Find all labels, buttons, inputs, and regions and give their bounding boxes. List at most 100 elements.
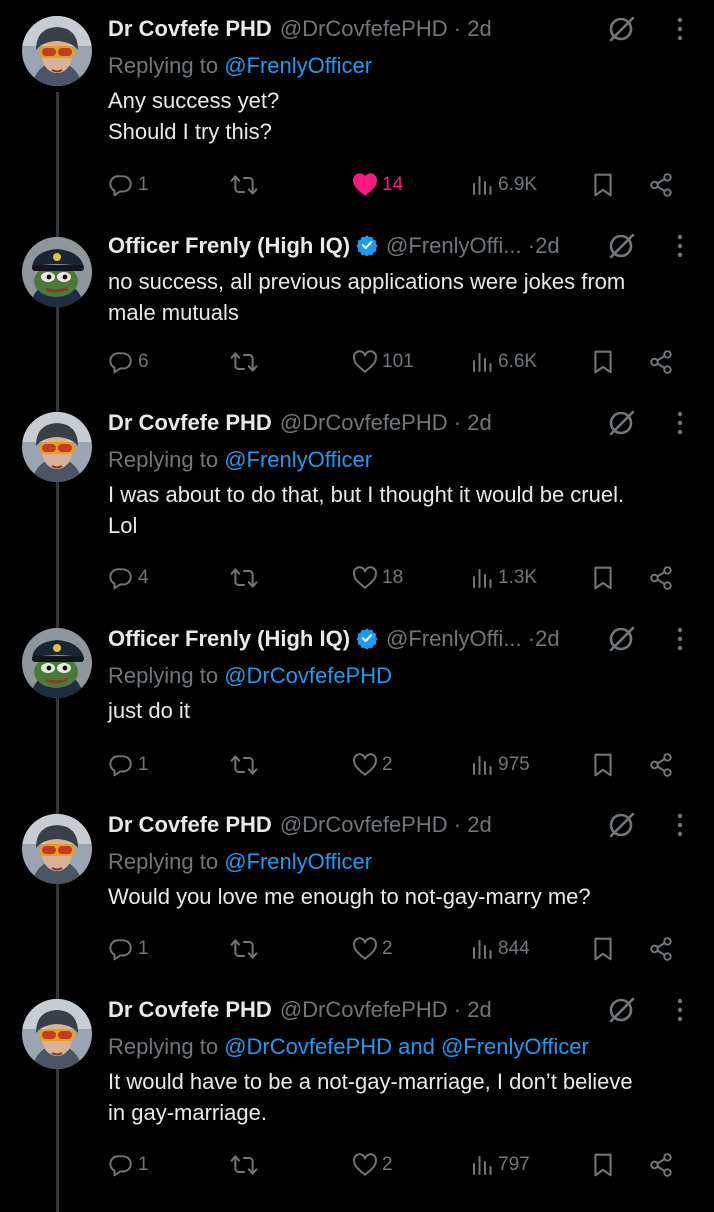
share-button[interactable] bbox=[648, 750, 674, 780]
grok-icon[interactable] bbox=[606, 14, 636, 52]
share-button[interactable] bbox=[648, 1150, 674, 1180]
retweet-button[interactable] bbox=[230, 1150, 258, 1180]
timestamp[interactable]: 2d bbox=[467, 410, 491, 435]
display-name[interactable]: Dr Covfefe PHD bbox=[108, 16, 272, 41]
views-button[interactable]: 6.6K bbox=[470, 347, 537, 377]
replying-to-line: Replying to @FrenlyOfficer bbox=[108, 50, 714, 82]
like-button[interactable]: 2 bbox=[352, 934, 393, 964]
user-handle[interactable]: @DrCovfefePHD bbox=[280, 812, 448, 837]
mention-link[interactable]: @FrenlyOfficer bbox=[441, 1034, 589, 1059]
display-name[interactable]: Officer Frenly (High IQ) bbox=[108, 626, 350, 651]
views-button[interactable]: 6.9K bbox=[470, 170, 537, 200]
timestamp[interactable]: 2d bbox=[535, 626, 559, 651]
grok-icon[interactable] bbox=[606, 408, 636, 446]
views-button[interactable]: 1.3K bbox=[470, 563, 537, 593]
like-button[interactable]: 18 bbox=[352, 563, 403, 593]
reply-button[interactable]: 1 bbox=[108, 750, 149, 780]
more-icon[interactable] bbox=[676, 810, 684, 848]
views-button[interactable]: 844 bbox=[470, 934, 530, 964]
avatar[interactable] bbox=[22, 16, 92, 86]
reply-icon bbox=[108, 349, 134, 375]
user-handle[interactable]: @DrCovfefePHD bbox=[280, 997, 448, 1022]
replying-to-label: Replying to bbox=[108, 447, 225, 472]
tweet-header: Dr Covfefe PHD @DrCovfefePHD · 2d bbox=[108, 408, 714, 438]
bookmark-icon bbox=[592, 752, 614, 778]
grok-icon[interactable] bbox=[606, 995, 636, 1033]
retweet-button[interactable] bbox=[230, 750, 258, 780]
bookmark-button[interactable] bbox=[592, 934, 614, 964]
share-button[interactable] bbox=[648, 347, 674, 377]
display-name[interactable]: Dr Covfefe PHD bbox=[108, 812, 272, 837]
user-handle[interactable]: @DrCovfefePHD bbox=[280, 410, 448, 435]
like-button[interactable]: 14 bbox=[352, 170, 403, 200]
grok-icon[interactable] bbox=[606, 231, 636, 269]
action-bar: 1 14 6.9K bbox=[0, 170, 672, 200]
like-button[interactable]: 2 bbox=[352, 1150, 393, 1180]
reply-button[interactable]: 1 bbox=[108, 1150, 149, 1180]
grok-icon[interactable] bbox=[606, 624, 636, 662]
retweet-icon bbox=[230, 936, 258, 962]
like-button[interactable]: 101 bbox=[352, 347, 414, 377]
retweet-button[interactable] bbox=[230, 170, 258, 200]
mention-link[interactable]: @FrenlyOfficer bbox=[224, 53, 372, 78]
share-icon bbox=[648, 752, 674, 778]
action-bar: 4 18 1.3K bbox=[0, 563, 672, 593]
share-button[interactable] bbox=[648, 563, 674, 593]
avatar[interactable] bbox=[22, 999, 92, 1069]
timestamp[interactable]: 2d bbox=[467, 997, 491, 1022]
retweet-button[interactable] bbox=[230, 563, 258, 593]
mention-link[interactable]: @FrenlyOfficer bbox=[224, 849, 372, 874]
more-icon[interactable] bbox=[676, 995, 684, 1033]
mention-link[interactable]: @DrCovfefePHD bbox=[224, 663, 392, 688]
display-name[interactable]: Dr Covfefe PHD bbox=[108, 410, 272, 435]
views-button[interactable]: 975 bbox=[470, 750, 530, 780]
user-handle[interactable]: @DrCovfefePHD bbox=[280, 16, 448, 41]
reply-button[interactable]: 1 bbox=[108, 934, 149, 964]
tweet-header: Dr Covfefe PHD @DrCovfefePHD · 2d bbox=[108, 995, 714, 1025]
avatar[interactable] bbox=[22, 814, 92, 884]
display-name[interactable]: Dr Covfefe PHD bbox=[108, 997, 272, 1022]
avatar[interactable] bbox=[22, 237, 92, 307]
bookmark-button[interactable] bbox=[592, 347, 614, 377]
tweet-header: Dr Covfefe PHD @DrCovfefePHD · 2d bbox=[108, 14, 714, 44]
more-icon[interactable] bbox=[676, 14, 684, 52]
user-handle[interactable]: @FrenlyOffi... bbox=[386, 233, 522, 258]
user-handle[interactable]: @FrenlyOffi... bbox=[386, 626, 522, 651]
bookmark-button[interactable] bbox=[592, 750, 614, 780]
views-count: 844 bbox=[498, 938, 530, 959]
reply-button[interactable]: 6 bbox=[108, 347, 149, 377]
more-icon[interactable] bbox=[676, 231, 684, 269]
reply-button[interactable]: 4 bbox=[108, 563, 149, 593]
views-button[interactable]: 797 bbox=[470, 1150, 530, 1180]
more-icon[interactable] bbox=[676, 408, 684, 446]
more-icon[interactable] bbox=[676, 624, 684, 662]
bookmark-button[interactable] bbox=[592, 563, 614, 593]
retweet-button[interactable] bbox=[230, 934, 258, 964]
mention-link[interactable]: @DrCovfefePHD bbox=[224, 1034, 392, 1059]
views-count: 797 bbox=[498, 1154, 530, 1175]
retweet-button[interactable] bbox=[230, 347, 258, 377]
views-count: 6.6K bbox=[498, 351, 538, 372]
grok-icon[interactable] bbox=[606, 810, 636, 848]
like-button[interactable]: 2 bbox=[352, 750, 393, 780]
views-icon bbox=[470, 173, 494, 197]
display-name[interactable]: Officer Frenly (High IQ) bbox=[108, 233, 350, 258]
avatar[interactable] bbox=[22, 628, 92, 698]
timestamp[interactable]: 2d bbox=[467, 812, 491, 837]
tweet-text-line: Should I try this? bbox=[108, 119, 272, 144]
timestamp[interactable]: 2d bbox=[535, 233, 559, 258]
share-button[interactable] bbox=[648, 934, 674, 964]
mention-link[interactable]: @FrenlyOfficer bbox=[224, 447, 372, 472]
tweet-text-line: Would you love me enough to not-gay-marr… bbox=[108, 884, 591, 909]
tweet-text-line: just do it bbox=[108, 698, 190, 723]
views-icon bbox=[470, 566, 494, 590]
timestamp[interactable]: 2d bbox=[467, 16, 491, 41]
tweet-text: just do it bbox=[108, 695, 688, 726]
tweet-header: Officer Frenly (High IQ) @FrenlyOffi... ·… bbox=[108, 231, 714, 261]
bookmark-button[interactable] bbox=[592, 170, 614, 200]
bookmark-button[interactable] bbox=[592, 1150, 614, 1180]
share-button[interactable] bbox=[648, 170, 674, 200]
replying-to-label: Replying to bbox=[108, 1034, 225, 1059]
avatar[interactable] bbox=[22, 412, 92, 482]
reply-button[interactable]: 1 bbox=[108, 170, 149, 200]
